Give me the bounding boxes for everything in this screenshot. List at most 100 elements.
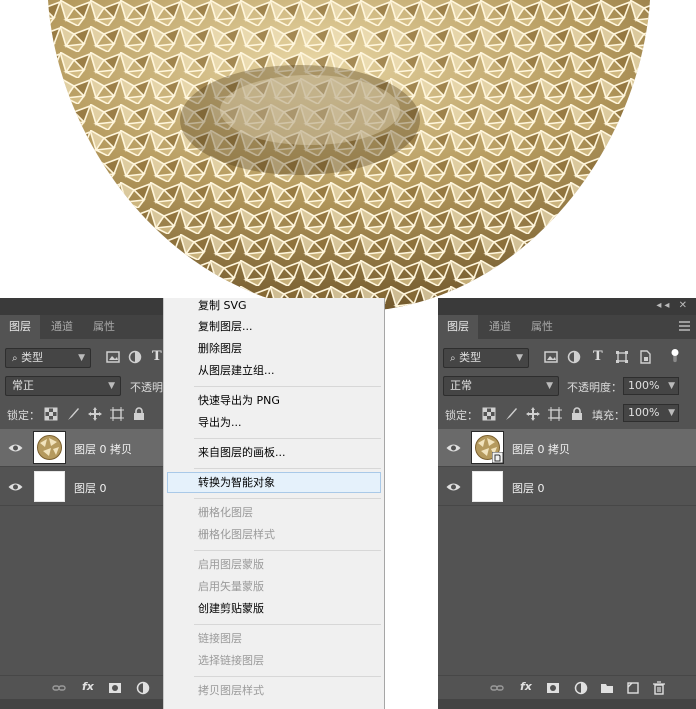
layer-name[interactable]: 图层 0 拷贝	[74, 441, 132, 457]
mosaic-sphere-image	[48, 0, 650, 310]
eye-icon[interactable]	[446, 481, 461, 493]
menu-item-delete-layer[interactable]: 删除图层	[198, 339, 242, 359]
menu-item-group-from-layers[interactable]: 从图层建立组...	[198, 361, 275, 381]
layer-name[interactable]: 图层 0	[512, 480, 545, 496]
collapse-close-icons[interactable]: ◂◂ ✕	[656, 300, 690, 311]
search-icon: ⌕	[450, 353, 456, 364]
link-layers-icon[interactable]	[490, 681, 504, 695]
fill-input[interactable]: 100% ▼	[623, 404, 679, 422]
smart-object-filter-icon[interactable]	[638, 350, 652, 364]
shape-filter-icon[interactable]	[615, 350, 629, 364]
type-filter-icon[interactable]: T	[152, 349, 162, 364]
menu-item-convert-to-smart-object[interactable]: 转换为智能对象	[198, 473, 275, 493]
opacity-input[interactable]: 100% ▼	[623, 377, 679, 395]
chevron-down-icon: ▼	[108, 381, 115, 391]
layer-row-copy[interactable]: 图层 0 拷贝	[0, 429, 163, 467]
chevron-down-icon: ▼	[546, 381, 553, 391]
tab-properties[interactable]: 属性	[522, 315, 562, 339]
add-mask-icon[interactable]	[108, 681, 122, 695]
lock-artboard-icon[interactable]	[110, 407, 124, 421]
new-layer-icon[interactable]	[626, 681, 640, 695]
type-filter-icon[interactable]: T	[593, 349, 603, 364]
menu-item-create-clipping-mask[interactable]: 创建剪贴蒙版	[198, 599, 264, 619]
lock-label: 锁定：	[7, 409, 40, 422]
blend-mode-dropdown[interactable]: 常正 ▼	[5, 376, 121, 396]
opacity-label: 不透明度：	[567, 381, 622, 394]
menu-item-rasterize-layer-style[interactable]: 栅格化图层样式	[198, 525, 275, 545]
layer-thumbnail	[471, 431, 504, 464]
tab-channels[interactable]: 通道	[480, 315, 520, 339]
menu-separator	[194, 468, 381, 469]
panel-bottom-strip	[438, 699, 696, 709]
tab-layers[interactable]: 图层	[0, 315, 40, 339]
tab-channels[interactable]: 通道	[42, 315, 82, 339]
lock-transparent-pixels-icon[interactable]	[44, 407, 58, 421]
tab-layers[interactable]: 图层	[438, 315, 478, 339]
chevron-down-icon[interactable]: ▼	[668, 405, 675, 421]
chevron-down-icon: ▼	[516, 353, 523, 363]
panel-menu-icon[interactable]	[679, 321, 690, 331]
filter-type-label: 类型	[459, 351, 482, 364]
lock-row: 锁定：	[0, 400, 163, 427]
layer-row-copy[interactable]: 图层 0 拷贝	[438, 429, 696, 467]
adjustment-layer-icon[interactable]	[574, 681, 588, 695]
menu-item-link-layers[interactable]: 链接图层	[198, 629, 242, 649]
menu-item-copy-svg[interactable]: 复制 SVG	[198, 298, 247, 316]
folder-icon[interactable]	[600, 681, 614, 695]
lock-all-icon[interactable]	[132, 407, 146, 421]
filter-row: ⌕ 类型 ▼ T	[0, 345, 163, 372]
menu-item-duplicate-layer[interactable]: 复制图层...	[198, 317, 253, 337]
layer-name[interactable]: 图层 0	[74, 480, 107, 496]
menu-item-select-linked-layers[interactable]: 选择链接图层	[198, 651, 264, 671]
adjustment-filter-icon[interactable]	[128, 350, 142, 364]
filter-row: ⌕ 类型 ▼ T	[438, 345, 696, 372]
layer-row-base[interactable]: 图层 0	[438, 468, 696, 506]
menu-item-export-as[interactable]: 导出为...	[198, 413, 242, 433]
lock-image-pixels-icon[interactable]	[66, 407, 80, 421]
menu-item-quick-export-png[interactable]: 快速导出为 PNG	[198, 391, 280, 411]
menu-item-enable-vector-mask[interactable]: 启用矢量蒙版	[198, 577, 264, 597]
chevron-down-icon[interactable]: ▼	[668, 378, 675, 394]
sphere-thumbnail-icon	[37, 435, 62, 460]
panel-top-strip: ◂◂ ✕	[438, 298, 696, 315]
menu-separator	[194, 498, 381, 499]
panel-tabbar: 图层 通道 属性	[0, 315, 163, 339]
adjustment-layer-icon[interactable]	[136, 681, 150, 695]
layer-row-base[interactable]: 图层 0	[0, 468, 163, 506]
eye-icon[interactable]	[8, 481, 23, 493]
lock-image-pixels-icon[interactable]	[504, 407, 518, 421]
lock-all-icon[interactable]	[570, 407, 584, 421]
layer-context-menu: 复制 SVG 复制图层... 删除图层 从图层建立组... 快速导出为 PNG …	[163, 298, 385, 709]
trash-icon[interactable]	[652, 681, 666, 695]
tab-properties[interactable]: 属性	[84, 315, 124, 339]
filter-type-dropdown[interactable]: ⌕ 类型 ▼	[5, 348, 91, 368]
layer-name[interactable]: 图层 0 拷贝	[512, 441, 570, 457]
lock-transparent-pixels-icon[interactable]	[482, 407, 496, 421]
panel-tabbar: 图层 通道 属性	[438, 315, 696, 339]
layer-thumbnail	[33, 431, 66, 464]
lock-position-icon[interactable]	[88, 407, 102, 421]
link-layers-icon[interactable]	[52, 681, 66, 695]
add-mask-icon[interactable]	[546, 681, 560, 695]
image-filter-icon[interactable]	[544, 350, 558, 364]
layers-panel-left: 图层 通道 属性 ⌕ 类型 ▼ T 常正 ▼ 不透明 锁定： 图层 0 拷贝 图…	[0, 298, 163, 709]
adjustment-filter-icon[interactable]	[567, 350, 581, 364]
eye-icon[interactable]	[446, 442, 461, 454]
fill-label: 填充：	[592, 409, 625, 422]
fx-icon[interactable]: fx	[82, 680, 94, 693]
eye-icon[interactable]	[8, 442, 23, 454]
filter-type-dropdown[interactable]: ⌕ 类型 ▼	[443, 348, 529, 368]
menu-item-enable-layer-mask[interactable]: 启用图层蒙版	[198, 555, 264, 575]
menu-item-copy-layer-style[interactable]: 拷贝图层样式	[198, 681, 264, 701]
image-filter-icon[interactable]	[106, 350, 120, 364]
menu-item-artboard-from-layers[interactable]: 来自图层的画板...	[198, 443, 286, 463]
menu-separator	[194, 676, 381, 677]
fx-icon[interactable]: fx	[520, 680, 532, 693]
menu-separator	[194, 624, 381, 625]
menu-item-rasterize-layer[interactable]: 栅格化图层	[198, 503, 253, 523]
filter-toggle-icon[interactable]	[668, 349, 682, 363]
lock-artboard-icon[interactable]	[548, 407, 562, 421]
lock-position-icon[interactable]	[526, 407, 540, 421]
blend-mode-dropdown[interactable]: 正常 ▼	[443, 376, 559, 396]
smart-object-badge-icon	[492, 452, 503, 463]
